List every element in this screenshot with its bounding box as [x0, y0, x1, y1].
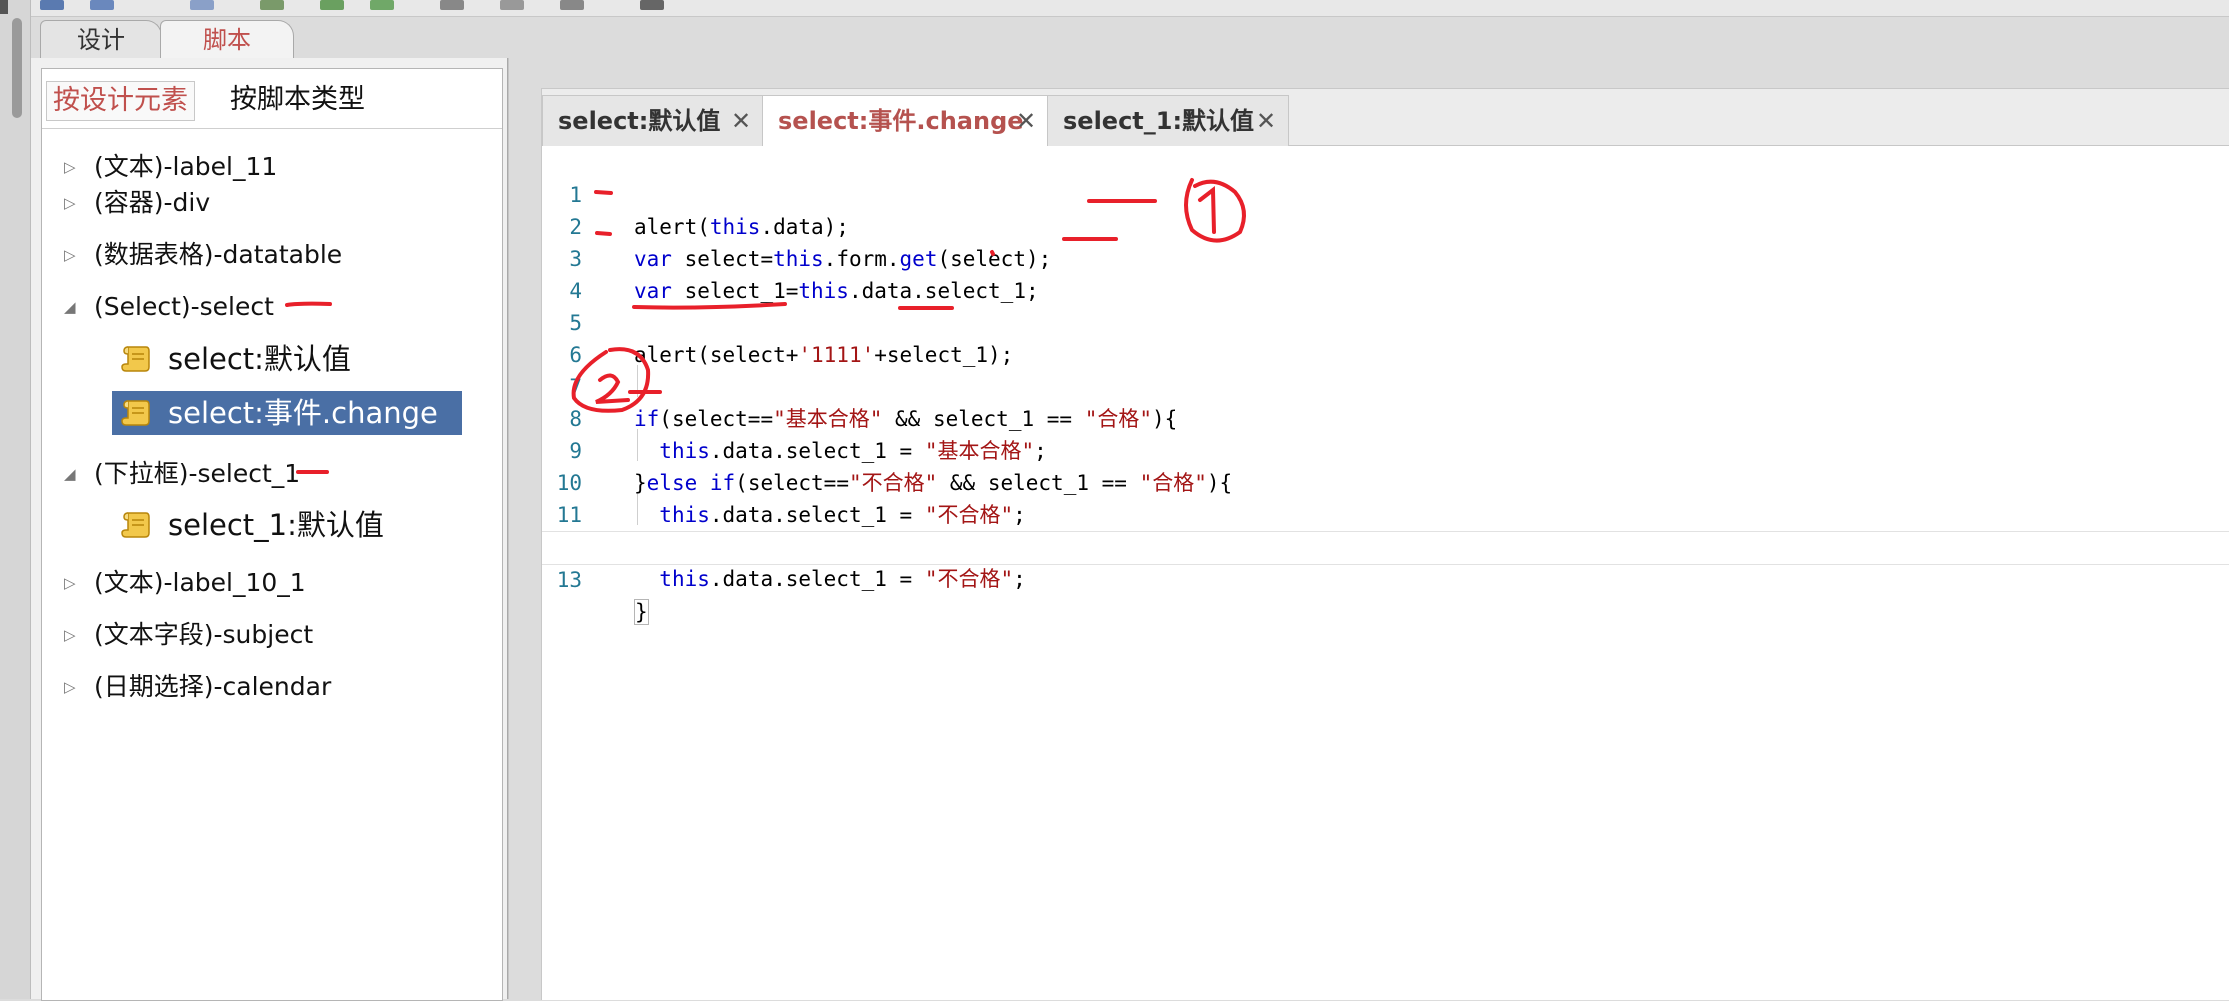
close-icon[interactable]: ✕ [1016, 96, 1036, 146]
code-line-current: 13 } [542, 531, 2229, 625]
script-tree-panel: 按设计元素 按脚本类型 ▷ (文本)-label_11 ▷ (容器)-div ▷… [31, 58, 508, 1001]
tree-leaf-label: select_1:默认值 [168, 508, 384, 542]
top-toolbar [0, 0, 2229, 17]
toolbar-button-3[interactable] [190, 0, 214, 10]
code-line: 12 this.data.select_1 = "不合格"; [542, 499, 2229, 591]
code-editor[interactable]: 1 alert(this.data); 2 var select=this.fo… [542, 146, 2229, 1000]
tree-node-select[interactable]: ◢ (Select)-select [42, 289, 482, 325]
tree-leaf-label: select:默认值 [168, 342, 351, 376]
code-line: 3 var select_1=this.data.select_1; [542, 211, 2229, 303]
scroll-icon [121, 512, 150, 538]
tree-node-label-10-1[interactable]: ▷ (文本)-label_10_1 [42, 565, 482, 601]
tree-node-datatable[interactable]: ▷ (数据表格)-datatable [42, 237, 482, 273]
toolbar-button-2[interactable] [90, 0, 114, 10]
tree-node-label: (日期选择)-calendar [94, 672, 332, 701]
editor-tab-select-default[interactable]: select:默认值 ✕ [542, 95, 764, 146]
triangle-down-icon[interactable]: ◢ [64, 289, 78, 325]
editor-tab-select-change[interactable]: select:事件.change ✕ [762, 95, 1049, 147]
close-icon[interactable]: ✕ [731, 96, 751, 146]
code-line: 5 alert(select+'1111'+select_1); [542, 275, 2229, 367]
tree-node-label-11[interactable]: ▷ (文本)-label_11 [42, 149, 482, 185]
tab-script[interactable]: 脚本 [160, 20, 294, 59]
tab-design[interactable]: 设计 [40, 20, 162, 59]
triangle-right-icon[interactable]: ▷ [64, 237, 78, 273]
code-line: 7 if(select=="基本合格" && select_1 == "合格")… [542, 339, 2229, 431]
scroll-icon [121, 346, 150, 372]
triangle-down-icon[interactable]: ◢ [64, 456, 78, 492]
code-text: this.data.select_1 = "不合格"; [659, 567, 1026, 591]
editor-tab-label: select_1:默认值 [1063, 107, 1255, 135]
subtab-by-type[interactable]: 按脚本类型 [224, 81, 371, 119]
tree-node-label: (数据表格)-datatable [94, 240, 343, 269]
code-line: 1 alert(this.data); [542, 147, 2229, 239]
subtab-by-element[interactable]: 按设计元素 [46, 81, 195, 121]
tree-node-label: (下拉框)-select_1 [94, 459, 301, 488]
code-text: } [634, 599, 649, 625]
editor-tab-bar: select:默认值 ✕ select:事件.change ✕ select_1… [542, 89, 2229, 147]
tree-node-label: (文本)-label_11 [94, 152, 278, 181]
triangle-right-icon[interactable]: ▷ [64, 669, 78, 705]
toolbar-button-5[interactable] [320, 0, 344, 10]
scroll-icon [121, 400, 150, 426]
tree-node-label: (文本字段)-subject [94, 620, 314, 649]
triangle-right-icon[interactable]: ▷ [64, 565, 78, 601]
tree-node-div[interactable]: ▷ (容器)-div [42, 185, 482, 221]
toolbar-button-7[interactable] [440, 0, 464, 10]
code-line: 8 this.data.select_1 = "基本合格"; [542, 371, 2229, 463]
editor-tab-label: select:事件.change [778, 107, 1024, 135]
code-line: 10 this.data.select_1 = "不合格"; [542, 435, 2229, 527]
tree-leaf-label: select:事件.change [168, 396, 438, 430]
outer-scrollbar-thumb[interactable] [12, 18, 22, 118]
toolbar-button-8[interactable] [500, 0, 524, 10]
tree-node-subject[interactable]: ▷ (文本字段)-subject [42, 617, 482, 653]
tree-node-label: (容器)-div [94, 188, 211, 217]
toolbar-button-9[interactable] [560, 0, 584, 10]
triangle-right-icon[interactable]: ▷ [64, 617, 78, 653]
corner-marker [0, 0, 8, 14]
editor-tab-select-1-default[interactable]: select_1:默认值 ✕ [1047, 95, 1289, 146]
toolbar-button-1[interactable] [40, 0, 64, 10]
triangle-right-icon[interactable]: ▷ [64, 149, 78, 185]
triangle-right-icon[interactable]: ▷ [64, 185, 78, 221]
editor-frame: select:默认值 ✕ select:事件.change ✕ select_1… [541, 88, 2229, 1000]
line-number: 13 [556, 568, 582, 592]
tree-leaf-select-default[interactable]: select:默认值 [112, 337, 462, 381]
script-tree-container: 按设计元素 按脚本类型 ▷ (文本)-label_11 ▷ (容器)-div ▷… [41, 68, 503, 1001]
editor-panel: select:默认值 ✕ select:事件.change ✕ select_1… [508, 58, 2229, 1000]
code-line: 9 }else if(select=="不合格" && select_1 == … [542, 403, 2229, 495]
tree-node-select-1[interactable]: ◢ (下拉框)-select_1 [42, 456, 482, 492]
code-line: 2 var select=this.form.get(select); [542, 179, 2229, 271]
code-line: 11 }else if(select=="不合格" && select_1 ==… [542, 467, 2229, 560]
tree-node-label: (Select)-select [94, 292, 274, 321]
code-line: 6 [542, 307, 2229, 367]
code-line: 4 [542, 243, 2229, 303]
tree-node-label: (文本)-label_10_1 [94, 568, 306, 597]
toolbar-button-10[interactable] [640, 0, 664, 10]
toolbar-button-4[interactable] [260, 0, 284, 10]
outer-scrollbar[interactable] [0, 0, 31, 999]
editor-tab-label: select:默认值 [558, 107, 721, 135]
tree-leaf-select-1-default[interactable]: select_1:默认值 [112, 503, 462, 547]
divider [42, 128, 502, 129]
toolbar-button-6[interactable] [370, 0, 394, 10]
close-icon[interactable]: ✕ [1256, 96, 1276, 146]
tree-node-calendar[interactable]: ▷ (日期选择)-calendar [42, 669, 482, 705]
tree-leaf-select-change[interactable]: select:事件.change [112, 391, 462, 435]
